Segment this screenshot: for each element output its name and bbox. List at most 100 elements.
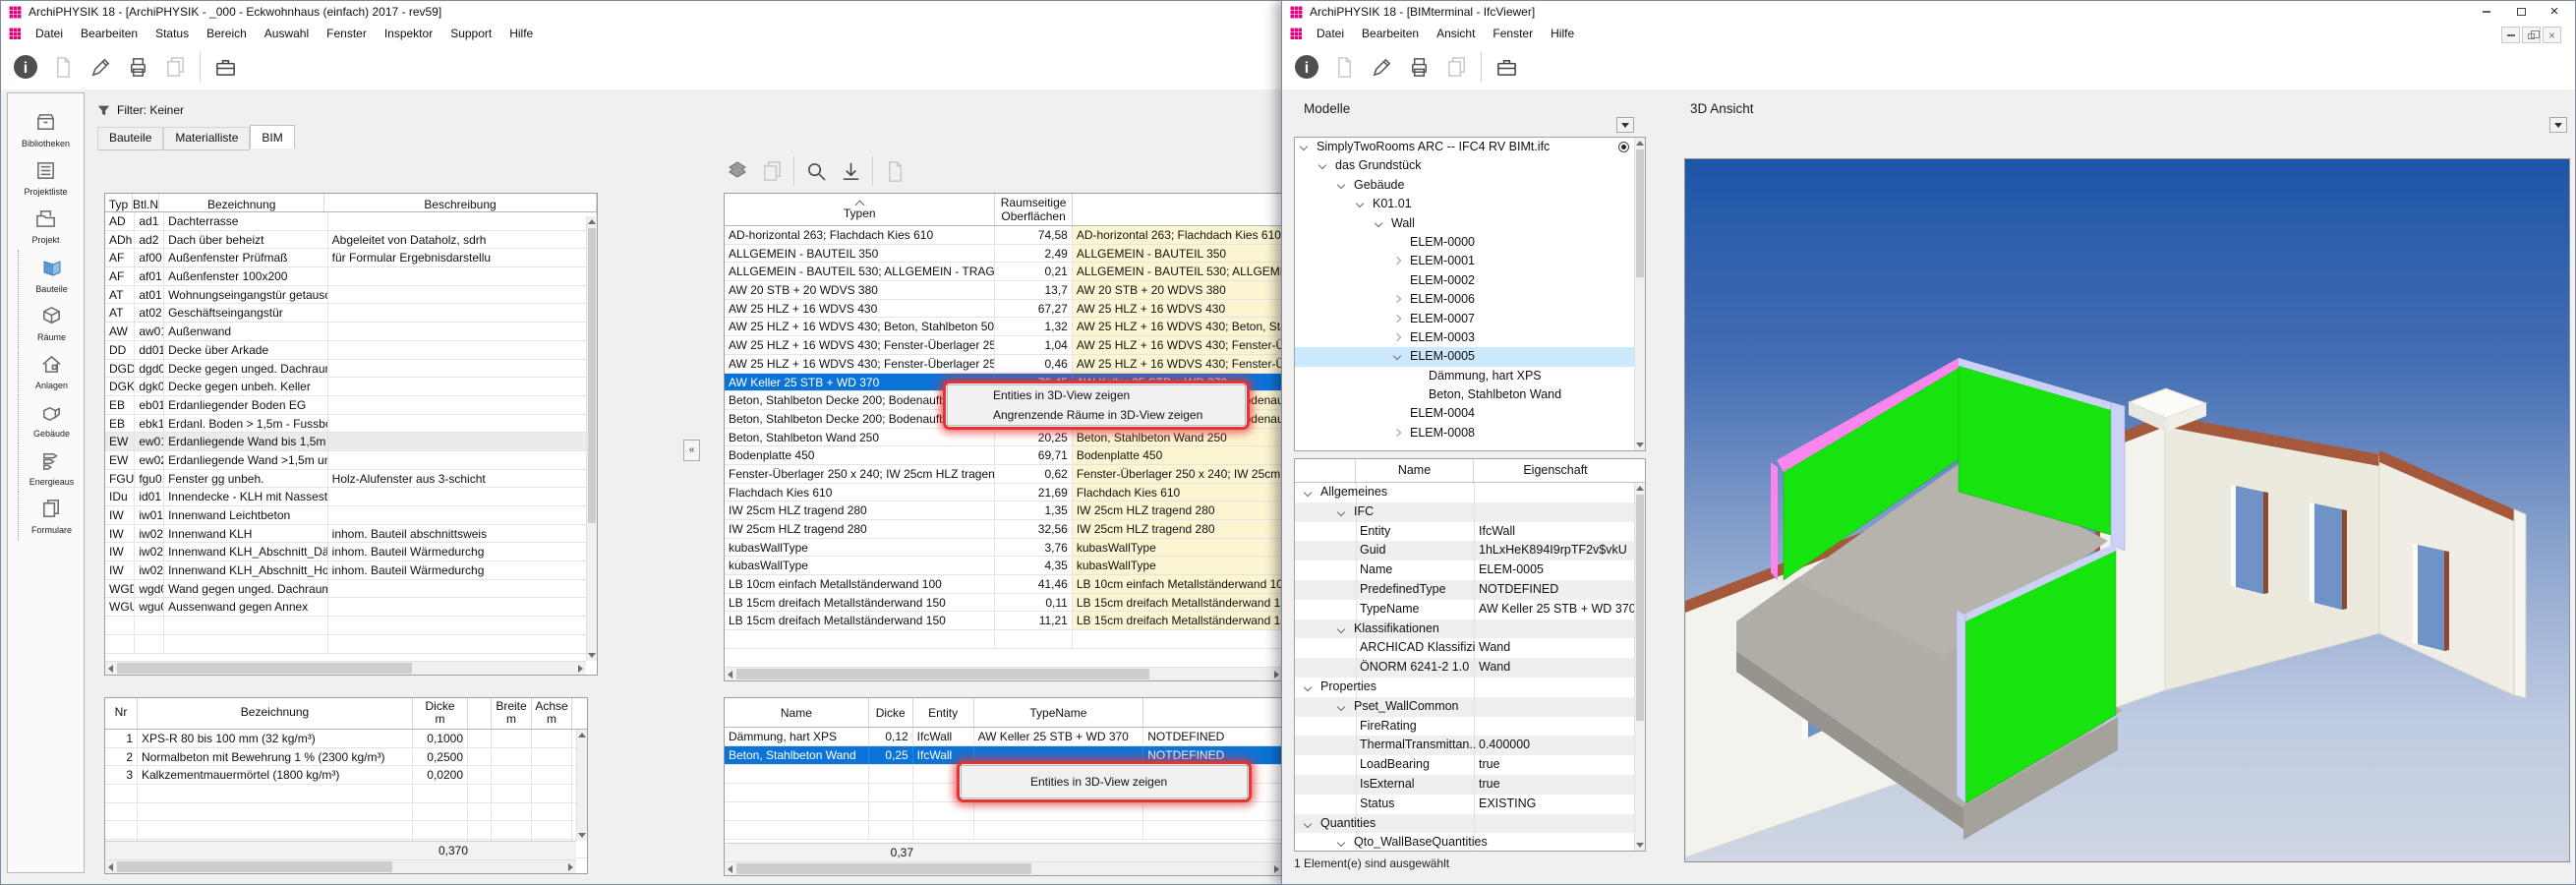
table-row[interactable]: IWiw01Innenwand Leichtbeton bbox=[105, 506, 597, 525]
types-row[interactable]: Flachdach Kies 61021,69Flachdach Kies 61… bbox=[725, 484, 1282, 502]
active-model-radio[interactable] bbox=[1618, 142, 1629, 152]
types-row[interactable]: LB 15cm dreifach Metallständerwand 15011… bbox=[725, 612, 1282, 630]
printer-icon[interactable] bbox=[125, 54, 150, 80]
table-row[interactable]: AWaw01Außenwand bbox=[105, 323, 597, 341]
sidebar-item-bibliotheken[interactable]: Bibliotheken bbox=[8, 105, 84, 153]
tree-node[interactable]: ELEM-0008 bbox=[1295, 424, 1645, 442]
table-row[interactable]: DDdd01Decke über Arkade bbox=[105, 341, 597, 360]
mdi-close-button[interactable]: × bbox=[2543, 27, 2561, 43]
col-name[interactable]: Name bbox=[1356, 459, 1474, 482]
menu-item[interactable]: Status bbox=[146, 25, 198, 42]
col-dicke[interactable]: Dickem bbox=[413, 698, 468, 729]
tree-node[interactable]: ELEM-0007 bbox=[1295, 310, 1645, 328]
property-row[interactable]: LoadBearingtrue bbox=[1295, 755, 1645, 775]
property-row[interactable]: FireRating bbox=[1295, 717, 1645, 737]
new-document-icon[interactable] bbox=[50, 54, 76, 80]
table-row[interactable]: DGDdgd01Decke gegen unged. Dachraum bbox=[105, 360, 597, 379]
mdi-minimize-button[interactable] bbox=[2501, 27, 2520, 43]
tree-node[interactable]: Wall bbox=[1295, 214, 1645, 233]
tree-node[interactable]: ELEM-0003 bbox=[1295, 328, 1645, 347]
chevron-right-icon[interactable] bbox=[1393, 429, 1401, 437]
sidebar-item-gebäude[interactable]: Gebäude bbox=[18, 395, 85, 443]
new-document-icon[interactable] bbox=[882, 158, 907, 184]
search-icon[interactable] bbox=[803, 158, 829, 184]
collapse-panel-button[interactable]: « bbox=[683, 440, 700, 461]
table-row[interactable]: AFaf01Außenfenster 100x200 bbox=[105, 267, 597, 286]
menu-item[interactable]: Bearbeiten bbox=[72, 25, 146, 42]
tree-node[interactable]: SimplyTwoRooms ARC -- IFC4 RV BIMt.ifc bbox=[1295, 138, 1645, 156]
table-row[interactable]: AFaf00Außenfenster Prüfmaßfür Formular E… bbox=[105, 249, 597, 267]
models-dropdown-button[interactable] bbox=[1616, 117, 1634, 133]
edit-pencil-icon[interactable] bbox=[1369, 54, 1394, 80]
types-row[interactable]: Fenster-Überlager 250 x 240; IW 25cm HLZ… bbox=[725, 465, 1282, 484]
chevron-down-icon[interactable] bbox=[1337, 624, 1345, 632]
info-icon[interactable]: i bbox=[13, 54, 38, 80]
property-row[interactable]: ThermalTransmittan...0.400000 bbox=[1295, 736, 1645, 755]
sidebar-item-anlagen[interactable]: Anlagen bbox=[18, 347, 85, 395]
types-row[interactable]: Beton, Stahlbeton Wand 25020,25Beton, St… bbox=[725, 429, 1282, 447]
types-row[interactable]: IW 25cm HLZ tragend 28032,56IW 25cm HLZ … bbox=[725, 520, 1282, 539]
col-typename[interactable]: TypeName bbox=[974, 698, 1144, 727]
chevron-down-icon[interactable] bbox=[1304, 819, 1312, 827]
tree-node[interactable]: Gebäude bbox=[1295, 176, 1645, 195]
table-row[interactable]: IWiw02Innenwand KLHinhom. Bauteil abschn… bbox=[105, 525, 597, 544]
chevron-down-icon[interactable] bbox=[1393, 352, 1401, 360]
table-row[interactable]: 1XPS-R 80 bis 100 mm (32 kg/m³)0,1000 bbox=[105, 730, 587, 748]
horizontal-scrollbar[interactable] bbox=[725, 667, 1282, 680]
col-beschreibung[interactable]: Beschreibung bbox=[324, 194, 597, 211]
types-row[interactable]: IW 25cm HLZ tragend 2801,35IW 25cm HLZ t… bbox=[725, 502, 1282, 520]
property-row[interactable]: Quantities bbox=[1295, 814, 1645, 834]
property-row[interactable]: IFC bbox=[1295, 502, 1645, 522]
col-bim-echo[interactable] bbox=[1073, 194, 1282, 225]
tab-bauteile[interactable]: Bauteile bbox=[97, 127, 163, 150]
types-row[interactable]: AW 25 HLZ + 16 WDVS 430; Fenster-Überlag… bbox=[725, 355, 1282, 374]
col-bezeichnung[interactable]: Bezeichnung bbox=[159, 194, 324, 211]
horizontal-scrollbar[interactable] bbox=[105, 859, 576, 873]
table-row[interactable]: EBebk1Erdanl. Boden > 1,5m - Fussboden K… bbox=[105, 415, 597, 434]
menu-item[interactable]: Support bbox=[441, 25, 500, 42]
3d-viewport[interactable] bbox=[1684, 158, 2570, 862]
property-row[interactable]: ÖNORM 6241-2 1.0Wand bbox=[1295, 658, 1645, 678]
edit-pencil-icon[interactable] bbox=[88, 54, 113, 80]
property-row[interactable]: TypeNameAW Keller 25 STB + WD 370 bbox=[1295, 600, 1645, 620]
close-button[interactable]: × bbox=[2540, 1, 2569, 22]
property-row[interactable]: PredefinedTypeNOTDEFINED bbox=[1295, 580, 1645, 600]
table-row[interactable]: ADhad2Dach über beheiztAbgeleitet von Da… bbox=[105, 231, 597, 250]
vertical-scrollbar[interactable] bbox=[1634, 138, 1645, 450]
chevron-down-icon[interactable] bbox=[1337, 508, 1345, 516]
types-row[interactable]: Bodenplatte 45069,71Bodenplatte 450 bbox=[725, 446, 1282, 465]
tab-materialliste[interactable]: Materialliste bbox=[163, 127, 250, 150]
context-menu-item[interactable]: Entities in 3D-View zeigen bbox=[948, 385, 1245, 405]
sidebar-item-bauteile[interactable]: Bauteile bbox=[18, 250, 85, 299]
table-row[interactable]: ATat02Geschäftseingangstür bbox=[105, 304, 597, 323]
sidebar-item-projektliste[interactable]: Projektliste bbox=[8, 153, 84, 202]
bim-layers-header[interactable]: Name Dicke Entity TypeName bbox=[725, 698, 1282, 728]
table-row[interactable]: WGUwgu01Aussenwand gegen Annex bbox=[105, 598, 597, 617]
col-breite[interactable]: Breitem bbox=[492, 698, 532, 729]
tree-node[interactable]: ELEM-0004 bbox=[1295, 404, 1645, 423]
chevron-down-icon[interactable] bbox=[1356, 200, 1364, 207]
chevron-down-icon[interactable] bbox=[1304, 489, 1312, 497]
chevron-right-icon[interactable] bbox=[1393, 314, 1401, 322]
copy-icon[interactable] bbox=[759, 158, 785, 184]
mdi-restore-button[interactable] bbox=[2522, 27, 2541, 43]
chevron-down-icon[interactable] bbox=[1337, 703, 1345, 711]
menu-item[interactable]: Bearbeiten bbox=[1353, 25, 1428, 42]
col-eigenschaft[interactable]: Eigenschaft bbox=[1474, 459, 1637, 482]
chevron-down-icon[interactable] bbox=[1300, 143, 1308, 150]
menu-item[interactable]: Hilfe bbox=[1542, 25, 1583, 42]
menu-item[interactable]: Datei bbox=[27, 25, 72, 42]
minimize-button[interactable] bbox=[2472, 1, 2501, 22]
horizontal-scrollbar[interactable] bbox=[725, 861, 1282, 875]
col-typen[interactable]: Typen bbox=[725, 194, 995, 225]
table-row[interactable]: ATat01Wohnungseingangstür getauscht bbox=[105, 286, 597, 305]
types-row[interactable]: LB 15cm dreifach Metallständerwand 1500,… bbox=[725, 594, 1282, 613]
chevron-down-icon[interactable] bbox=[1318, 161, 1326, 169]
toolbox-icon[interactable] bbox=[1493, 54, 1519, 80]
col-nr[interactable]: Nr bbox=[105, 698, 138, 729]
menu-item[interactable]: Auswahl bbox=[256, 25, 318, 42]
chevron-right-icon[interactable] bbox=[1393, 295, 1401, 303]
sidebar-item-räume[interactable]: Räume bbox=[18, 299, 85, 347]
table-row[interactable]: IDuid01Innendecke - KLH mit Nassestrich bbox=[105, 488, 597, 506]
chevron-right-icon[interactable] bbox=[1393, 333, 1401, 341]
